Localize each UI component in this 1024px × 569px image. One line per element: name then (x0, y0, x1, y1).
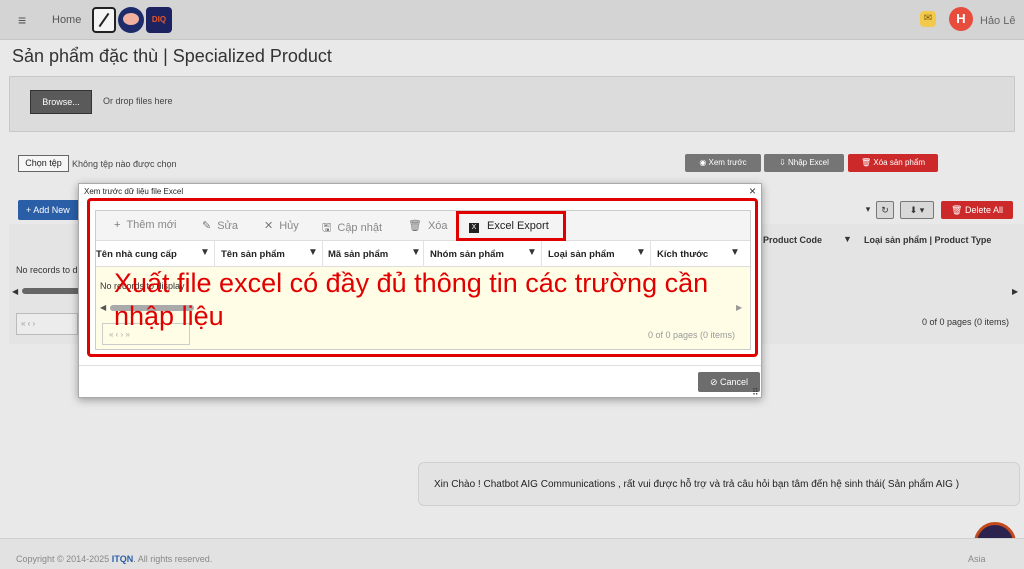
filter-icon[interactable]: ▼ (843, 234, 852, 244)
add-label: Thêm mới (126, 219, 177, 231)
import-label: Nhập Excel (788, 158, 829, 167)
delete-button[interactable]: 🗑 Xóa (408, 219, 448, 232)
download-icon[interactable]: ⬇ ▾ (900, 201, 934, 219)
cancel-edit-label: Hủy (279, 220, 299, 232)
import-icon: ⇩ (779, 158, 788, 167)
no-file-text: Không tệp nào được chọn (72, 159, 177, 169)
preview-grid-header: Tên nhà cung cấp ▼ Tên sản phẩm ▼ Mã sản… (96, 241, 750, 267)
column-header-product-type[interactable]: Loại sản phẩm | Product Type (864, 235, 991, 245)
refresh-icon[interactable]: ↻ (876, 201, 894, 219)
excel-export-label: Excel Export (487, 220, 549, 232)
upload-dropzone[interactable]: Browse... Or drop files here (9, 76, 1015, 132)
pager[interactable]: « ‹ › (16, 313, 78, 335)
pages-summary: 0 of 0 pages (0 items) (922, 317, 1010, 327)
excel-icon: X (469, 223, 479, 233)
chat-logo-icon[interactable] (118, 7, 144, 33)
update-button[interactable]: 🖫 Cập nhật (322, 219, 382, 238)
user-name[interactable]: Hảo Lê (980, 15, 1015, 27)
copyright-text: Copyright © 2014-2025 ITQN. All rights r… (16, 554, 212, 564)
save-icon: 🖫 (322, 222, 332, 234)
scroll-left-icon[interactable]: ◀ (100, 303, 106, 312)
close-icon[interactable]: × (749, 184, 756, 198)
avatar[interactable]: H (949, 7, 973, 31)
filter-icon[interactable]: ▼ (411, 247, 421, 258)
drop-files-hint: Or drop files here (103, 96, 173, 106)
delete-all-label: Delete All (964, 205, 1003, 215)
add-new-label: Add New (33, 205, 70, 215)
modal-title: Xem trước dữ liệu file Excel (84, 187, 184, 196)
column-divider[interactable] (423, 241, 424, 267)
delete-products-label: Xóa sản phẩm (873, 158, 925, 167)
edit-button[interactable]: ✎ Sửa (202, 219, 238, 232)
browse-button[interactable]: Browse... (30, 90, 92, 114)
x-icon: ✕ (264, 220, 274, 232)
scroll-left-icon[interactable]: ◀ (12, 287, 18, 296)
filter-icon[interactable]: ▼ (200, 247, 210, 258)
preview-grid-toolbar: + Thêm mới ✎ Sửa ✕ Hủy 🖫 Cập nhật 🗑 Xóa X Exce… (96, 211, 750, 241)
add-new-button[interactable]: + Add New (18, 200, 82, 220)
column-divider[interactable] (322, 241, 323, 267)
column-header-supplier[interactable]: Tên nhà cung cấp (96, 249, 177, 260)
diq-logo[interactable]: DIQ (146, 7, 172, 33)
filter-icon[interactable]: ▼ (730, 247, 740, 258)
footer: Copyright © 2014-2025 ITQN. All rights r… (0, 538, 1024, 569)
delete-label: Xóa (427, 220, 448, 232)
plus-icon: + (114, 219, 121, 231)
scroll-right-icon[interactable]: ▶ (1012, 287, 1018, 296)
trash-icon: 🗑 (408, 220, 422, 232)
pencil-icon: ✎ (202, 220, 212, 232)
home-link[interactable]: Home (52, 14, 81, 26)
cancel-button[interactable]: ⊘ Cancel (698, 372, 760, 392)
column-header-product-name[interactable]: Tên sản phẩm (221, 249, 285, 260)
column-divider[interactable] (541, 241, 542, 267)
resize-grip-icon[interactable]: ⠿ (752, 387, 759, 398)
update-label: Cập nhật (337, 222, 383, 234)
top-navbar: ≡ Home DIQ ✉ H Hảo Lê (0, 0, 1024, 40)
column-header-size[interactable]: Kích thước (657, 249, 708, 260)
notepad-logo-icon[interactable] (92, 7, 116, 33)
column-header-product-code[interactable]: Mã sản phẩm (328, 249, 388, 260)
hamburger-menu-icon[interactable]: ≡ (18, 12, 26, 28)
edit-label: Sửa (217, 220, 239, 232)
filter-icon[interactable]: ▼ (527, 247, 537, 258)
delete-all-button[interactable]: 🗑 Delete All (941, 201, 1013, 219)
annotation-text: Xuất file excel có đầy đủ thông tin các … (114, 268, 709, 331)
column-divider[interactable] (214, 241, 215, 267)
cancel-label: Cancel (720, 377, 749, 387)
copyright-suffix: . All rights reserved. (133, 554, 213, 564)
column-header-product-code[interactable]: Product Code (763, 235, 822, 245)
horizontal-scrollbar[interactable] (22, 288, 80, 294)
filter-icon[interactable]: ▼ (308, 247, 318, 258)
preview-button[interactable]: ◉ Xem trước (685, 154, 761, 172)
add-button[interactable]: + Thêm mới (114, 219, 176, 231)
copyright-prefix: Copyright © 2014-2025 (16, 554, 112, 564)
page-title: Sản phẩm đặc thù | Specialized Product (12, 46, 332, 66)
column-divider[interactable] (650, 241, 651, 267)
excel-export-button[interactable]: X Excel Export (456, 211, 566, 241)
cancel-edit-button[interactable]: ✕ Hủy (264, 219, 299, 232)
modal-footer-divider (79, 365, 761, 366)
trash-icon: 🗑 (861, 158, 874, 167)
column-header-product-group[interactable]: Nhóm sản phẩm (430, 249, 504, 260)
preview-label: Xem trước (708, 158, 747, 167)
footer-right-text: Asia (968, 554, 986, 564)
copyright-brand-link[interactable]: ITQN (112, 554, 134, 564)
dropdown-caret-icon[interactable]: ▾ (862, 201, 874, 219)
delete-products-button[interactable]: 🗑 Xóa sản phẩm (848, 154, 938, 172)
trash-icon: 🗑 (951, 205, 965, 215)
chatbot-greeting[interactable]: Xin Chào ! Chatbot AIG Communications , … (418, 462, 1020, 506)
column-header-product-type[interactable]: Loại sản phẩm (548, 249, 615, 260)
choose-file-button[interactable]: Chọn tệp (18, 155, 69, 172)
eye-icon: ◉ (699, 158, 709, 167)
cancel-circle-icon: ⊘ (709, 377, 721, 387)
filter-icon[interactable]: ▼ (636, 247, 646, 258)
notification-icon[interactable]: ✉ (920, 11, 936, 27)
import-excel-button[interactable]: ⇩ Nhập Excel (764, 154, 844, 172)
